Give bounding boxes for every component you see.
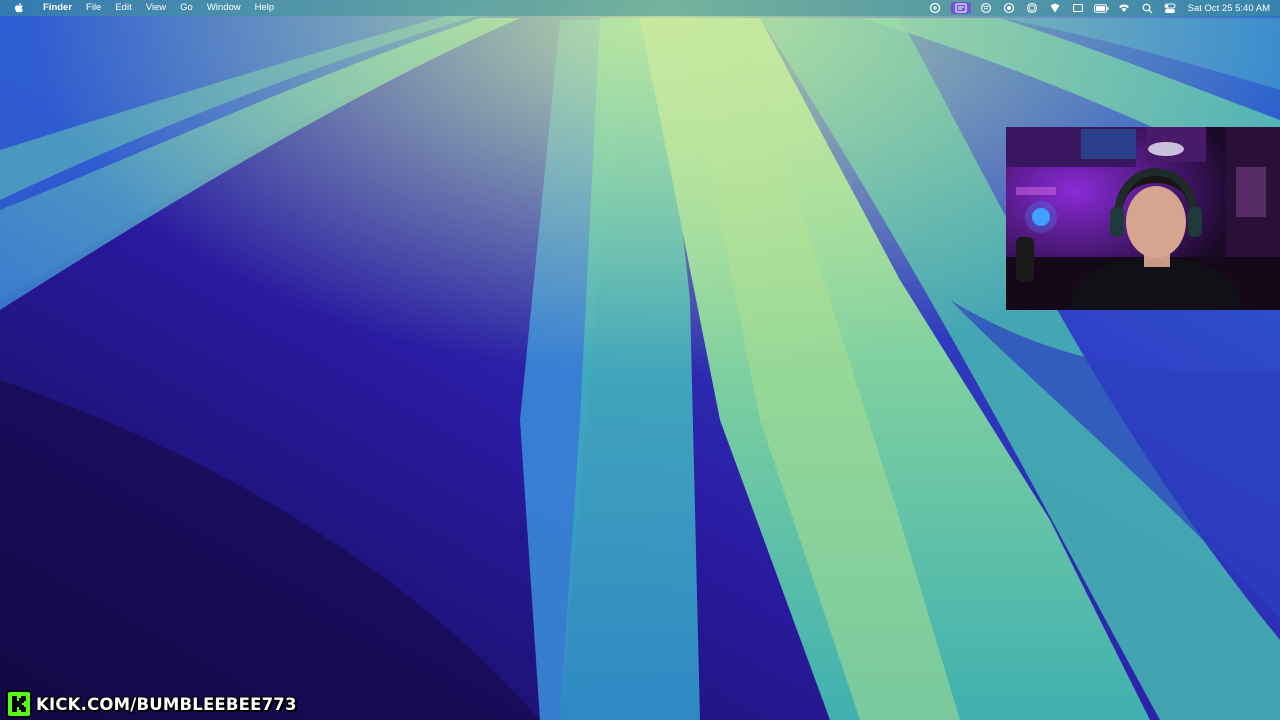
menu-help[interactable]: Help <box>248 0 282 16</box>
desktop-wallpaper <box>0 0 1280 720</box>
menu-edit[interactable]: Edit <box>108 0 138 16</box>
kick-logo-icon <box>6 690 32 718</box>
menu-bar-clock[interactable]: Sat Oct 25 5:40 AM <box>1188 3 1270 14</box>
menu-bar-left: Finder File Edit View Go Window Help <box>0 0 281 16</box>
menu-file[interactable]: File <box>79 0 108 16</box>
menu-window[interactable]: Window <box>200 0 248 16</box>
menu-go[interactable]: Go <box>173 0 200 16</box>
stage-manager-icon[interactable] <box>950 2 971 14</box>
battery-icon[interactable] <box>1093 2 1109 14</box>
wifi-icon[interactable] <box>1117 2 1132 14</box>
window-icon[interactable] <box>1071 2 1086 14</box>
apple-logo-icon[interactable] <box>12 0 26 16</box>
menu-bar: Finder File Edit View Go Window Help Sat… <box>0 0 1280 16</box>
music-recognition-icon[interactable] <box>979 2 994 14</box>
menu-view[interactable]: View <box>139 0 173 16</box>
focus-icon[interactable] <box>1025 2 1040 14</box>
control-center-icon[interactable] <box>1163 2 1178 14</box>
webcam-overlay <box>1006 127 1280 310</box>
stream-watermark: KICK.COM/BUMBLEEBEE773 <box>6 690 297 718</box>
screen-share-icon[interactable] <box>928 2 943 14</box>
spotlight-search-icon[interactable] <box>1140 2 1155 14</box>
screen-record-icon[interactable] <box>1002 2 1017 14</box>
menu-bar-status-area: Sat Oct 25 5:40 AM <box>924 0 1280 16</box>
app-menu-finder[interactable]: Finder <box>36 0 79 16</box>
shield-icon[interactable] <box>1048 2 1063 14</box>
watermark-text: KICK.COM/BUMBLEEBEE773 <box>35 694 297 714</box>
